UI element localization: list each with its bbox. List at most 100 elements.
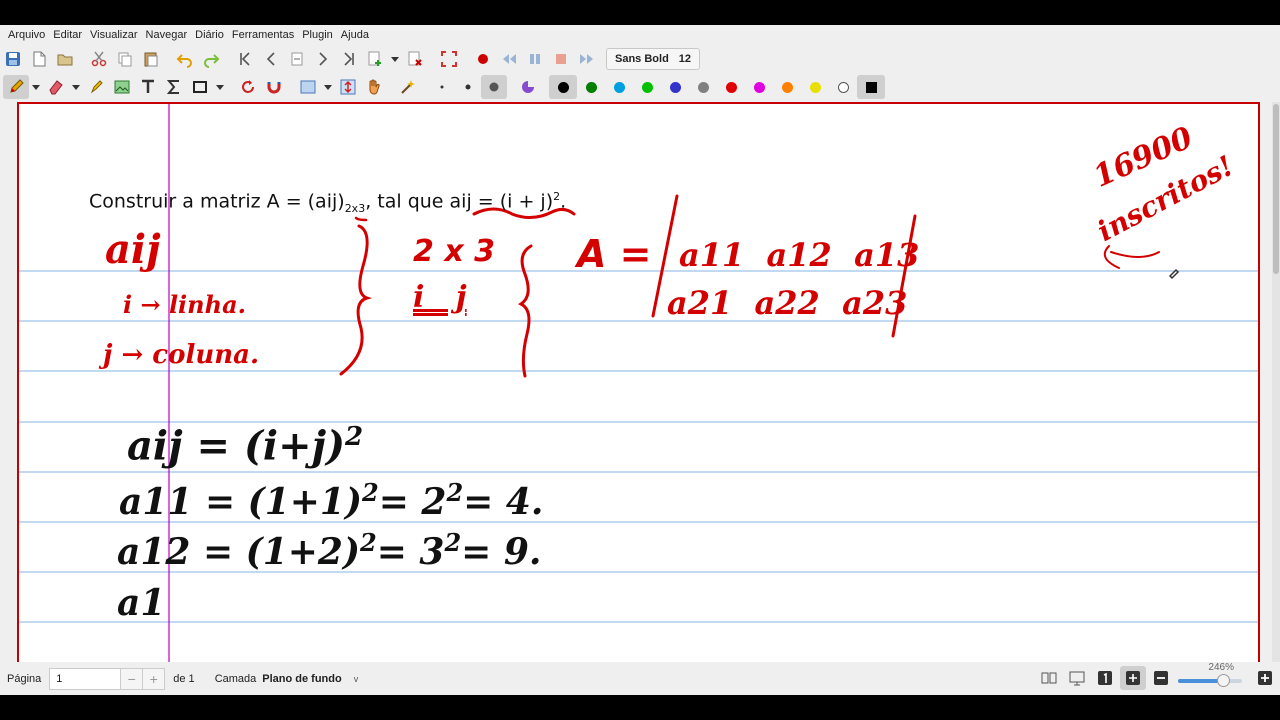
copy-button[interactable] <box>112 47 138 71</box>
default-tool-button[interactable] <box>395 75 421 99</box>
select-rect-button[interactable] <box>295 75 321 99</box>
rewind-icon <box>503 54 516 64</box>
first-page-button[interactable] <box>232 47 258 71</box>
menu-navegar[interactable]: Navegar <box>142 29 192 41</box>
shape-dropdown[interactable] <box>213 75 227 99</box>
hand-tool-button[interactable] <box>361 75 387 99</box>
menu-arquivo[interactable]: Arquivo <box>4 29 49 41</box>
presentation-mode-button[interactable] <box>1064 666 1090 690</box>
redo-button[interactable] <box>198 47 224 71</box>
zoom-out-button[interactable] <box>1148 666 1174 690</box>
color-light-blue[interactable] <box>605 75 633 99</box>
pause-button[interactable] <box>522 47 548 71</box>
red-note-coluna: j → coluna. <box>103 340 260 370</box>
black-note-line1-exponent: 2 <box>345 422 364 452</box>
pen-icon <box>10 79 24 93</box>
zoom-fit-button[interactable] <box>1120 666 1146 690</box>
font-name: Sans Bold <box>615 53 669 65</box>
rotate-button[interactable] <box>235 75 261 99</box>
zoom-slider[interactable] <box>1178 674 1242 687</box>
color-light-green[interactable] <box>633 75 661 99</box>
thickness-thick-button[interactable] <box>481 75 507 99</box>
pause-icon <box>530 54 540 64</box>
new-page-button[interactable] <box>362 47 388 71</box>
page-decrement-button[interactable]: − <box>121 667 144 690</box>
problem-text-part-2: , tal que aij = (i + j) <box>365 190 554 213</box>
save-button[interactable] <box>0 47 26 71</box>
new-button[interactable] <box>26 47 52 71</box>
color-custom[interactable] <box>857 75 885 99</box>
dot-large-icon <box>489 82 499 92</box>
fill-button[interactable] <box>515 75 541 99</box>
menu-ajuda[interactable]: Ajuda <box>337 29 373 41</box>
color-orange[interactable] <box>773 75 801 99</box>
color-red[interactable] <box>717 75 745 99</box>
menu-plugin[interactable]: Plugin <box>298 29 337 41</box>
color-black[interactable] <box>549 75 577 99</box>
paste-button[interactable] <box>138 47 164 71</box>
select-rectangle-icon <box>300 80 316 94</box>
tools-toolbar <box>0 73 1280 101</box>
magnet-icon <box>267 82 281 94</box>
color-swatch <box>781 81 793 93</box>
select-dropdown[interactable] <box>321 75 335 99</box>
two-page-view-button[interactable] <box>1036 666 1062 690</box>
zoom-in-icon <box>1258 671 1272 685</box>
font-selector[interactable]: Sans Bold 12 <box>606 48 700 70</box>
menu-visualizar[interactable]: Visualizar <box>86 29 142 41</box>
image-tool-button[interactable] <box>109 75 135 99</box>
zoom-slider-knob[interactable] <box>1217 674 1230 687</box>
delete-page-button[interactable] <box>402 47 428 71</box>
color-yellow[interactable] <box>801 75 829 99</box>
pen-dropdown[interactable] <box>29 75 43 99</box>
highlighter-tool-button[interactable] <box>83 75 109 99</box>
page-number-input[interactable]: 1 <box>49 667 122 690</box>
color-swatch <box>585 81 597 93</box>
color-swatch <box>669 81 681 93</box>
layer-selector[interactable]: Plano de fundo <box>262 673 341 685</box>
black-note-line2-exponent: 2 <box>361 478 379 507</box>
thickness-medium-button[interactable] <box>455 75 481 99</box>
color-blue[interactable] <box>661 75 689 99</box>
text-tool-button[interactable] <box>135 75 161 99</box>
stop-button[interactable] <box>548 47 574 71</box>
goto-page-button[interactable] <box>284 47 310 71</box>
snap-button[interactable] <box>261 75 287 99</box>
menu-editar[interactable]: Editar <box>49 29 86 41</box>
open-button[interactable] <box>52 47 78 71</box>
cut-button[interactable] <box>86 47 112 71</box>
fullscreen-button[interactable] <box>436 47 462 71</box>
black-note-line3-text: a12 = (1+2) <box>117 531 360 573</box>
layer-dropdown-chevron-icon[interactable]: v <box>354 674 359 684</box>
shape-tool-button[interactable] <box>187 75 213 99</box>
last-page-button[interactable] <box>336 47 362 71</box>
undo-button[interactable] <box>172 47 198 71</box>
vertical-scrollbar[interactable] <box>1272 102 1280 672</box>
color-magenta[interactable] <box>745 75 773 99</box>
menu-diario[interactable]: Diário <box>191 29 228 41</box>
pen-tool-button[interactable] <box>3 75 29 99</box>
problem-text-end: . <box>560 190 567 213</box>
color-green[interactable] <box>577 75 605 99</box>
next-page-button[interactable] <box>310 47 336 71</box>
latex-tool-button[interactable] <box>161 75 187 99</box>
new-page-dropdown[interactable] <box>388 47 402 71</box>
previous-page-button[interactable] <box>258 47 284 71</box>
zoom-in-button[interactable] <box>1252 666 1278 690</box>
eraser-dropdown[interactable] <box>69 75 83 99</box>
thickness-fine-button[interactable] <box>429 75 455 99</box>
forward-button[interactable] <box>574 47 600 71</box>
wand-icon <box>401 80 415 94</box>
scrollbar-thumb[interactable] <box>1273 104 1279 274</box>
delete-page-icon <box>408 51 422 66</box>
zoom-100-button[interactable] <box>1092 666 1118 690</box>
vertical-space-button[interactable] <box>335 75 361 99</box>
record-button[interactable] <box>470 47 496 71</box>
notebook-page[interactable]: Construir a matriz A = (aij)2x3, tal que… <box>17 102 1260 662</box>
eraser-tool-button[interactable] <box>43 75 69 99</box>
menu-ferramentas[interactable]: Ferramentas <box>228 29 298 41</box>
color-white[interactable] <box>829 75 857 99</box>
page-increment-button[interactable]: + <box>143 667 166 690</box>
rewind-button[interactable] <box>496 47 522 71</box>
color-gray[interactable] <box>689 75 717 99</box>
